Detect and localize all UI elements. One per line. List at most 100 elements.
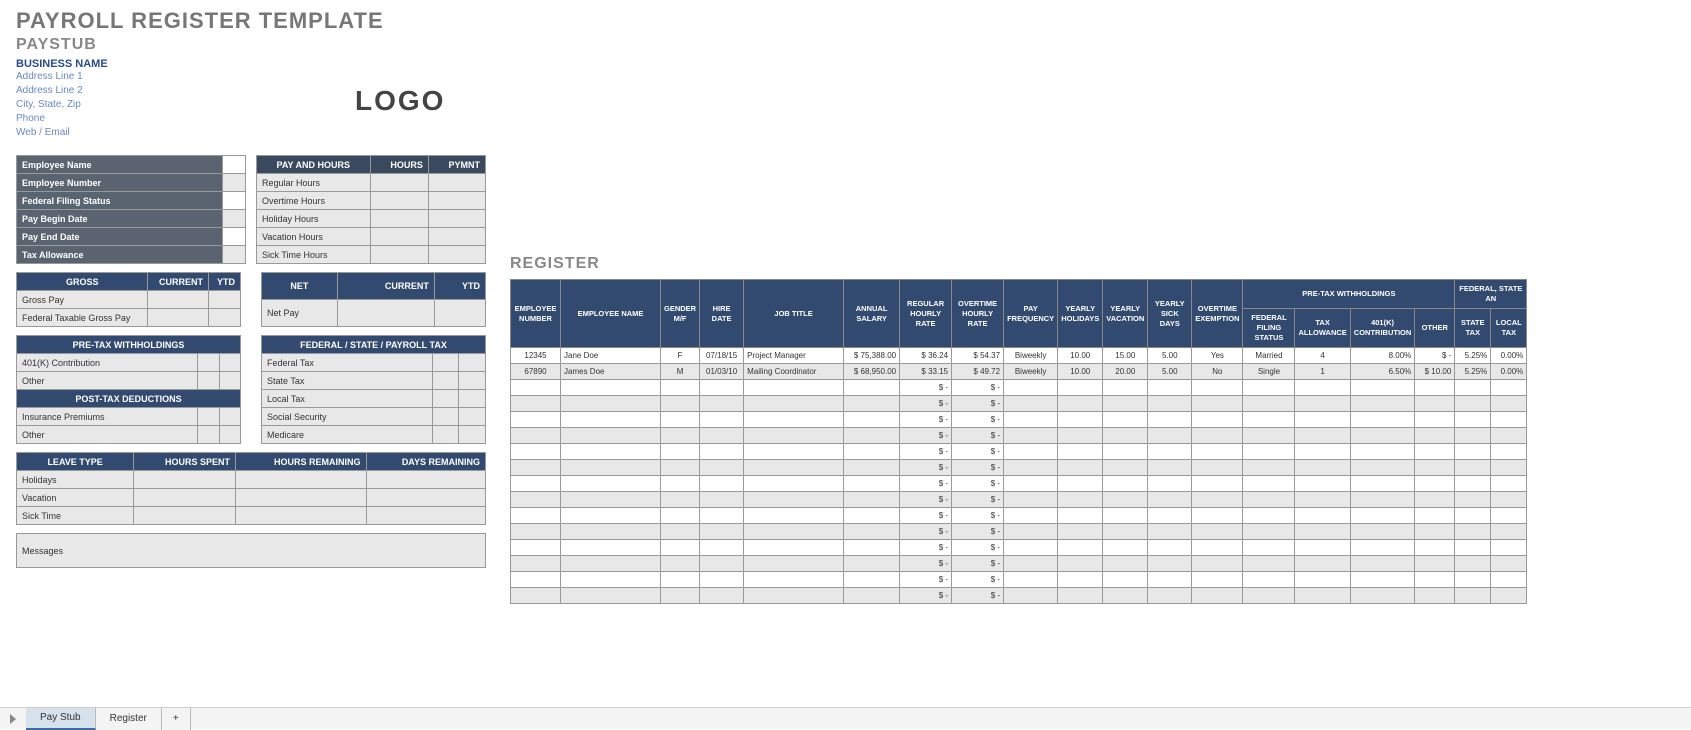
net-ytd-header: YTD: [434, 273, 485, 300]
table-row[interactable]: $ -$ -: [511, 476, 1527, 492]
medicare-cur[interactable]: [432, 426, 459, 444]
holidays-remain-d[interactable]: [366, 471, 485, 489]
ss-cur[interactable]: [432, 408, 459, 426]
table-row[interactable]: $ -$ -: [511, 492, 1527, 508]
table-row[interactable]: $ -$ -: [511, 572, 1527, 588]
table-row[interactable]: $ -$ -: [511, 444, 1527, 460]
filing-status-value[interactable]: [223, 192, 246, 210]
vacation-hours-p[interactable]: [428, 228, 485, 246]
col-gender: GENDER M/F: [661, 280, 700, 348]
table-row[interactable]: 67890James DoeM01/03/10 Mailing Coordina…: [511, 364, 1527, 380]
table-row[interactable]: $ -$ -: [511, 412, 1527, 428]
fed-tax-label: Federal Tax: [262, 354, 433, 372]
table-row[interactable]: $ -$ -: [511, 524, 1527, 540]
holidays-spent[interactable]: [134, 471, 236, 489]
ss-ytd[interactable]: [459, 408, 486, 426]
posttax-other-ytd[interactable]: [219, 426, 240, 444]
pymnt-col-header: PYMNT: [428, 156, 485, 174]
col-holidays: YEARLY HOLIDAYS: [1058, 280, 1103, 348]
local-tax-ytd[interactable]: [459, 390, 486, 408]
gross-pay-ytd[interactable]: [209, 291, 241, 309]
net-pay-cur[interactable]: [337, 300, 434, 327]
table-row[interactable]: 12345Jane DoeF07/18/15 Project Manager$ …: [511, 348, 1527, 364]
regular-hours-h[interactable]: [370, 174, 428, 192]
tab-paystub[interactable]: Pay Stub: [26, 708, 96, 730]
net-table: NETCURRENTYTD Net Pay: [261, 272, 486, 327]
sick-spent[interactable]: [134, 507, 236, 525]
group-pretax: PRE-TAX WITHHOLDINGS: [1243, 280, 1455, 309]
pretax-other-cur[interactable]: [198, 372, 219, 390]
logo-placeholder: LOGO: [355, 85, 445, 117]
col-state-tax: STATE TAX: [1455, 309, 1491, 348]
sick-remain-d[interactable]: [366, 507, 485, 525]
401k-cur[interactable]: [198, 354, 219, 372]
emp-number-value[interactable]: [223, 174, 246, 192]
gross-pay-cur[interactable]: [148, 291, 209, 309]
address-line-2: Address Line 2: [0, 84, 1691, 98]
overtime-hours-p[interactable]: [428, 192, 485, 210]
state-tax-ytd[interactable]: [459, 372, 486, 390]
vacation-hours-h[interactable]: [370, 228, 428, 246]
register-title: REGISTER: [510, 255, 1580, 273]
table-row[interactable]: $ -$ -: [511, 460, 1527, 476]
table-row[interactable]: $ -$ -: [511, 380, 1527, 396]
401k-label: 401(K) Contribution: [17, 354, 198, 372]
col-tax-allow: TAX ALLOWANCE: [1295, 309, 1350, 348]
sheet-nav-icon[interactable]: [0, 708, 26, 730]
pay-end-value[interactable]: [223, 228, 246, 246]
overtime-hours-h[interactable]: [370, 192, 428, 210]
posttax-other-cur[interactable]: [198, 426, 219, 444]
net-pay-ytd[interactable]: [434, 300, 485, 327]
vacation-spent[interactable]: [134, 489, 236, 507]
table-row[interactable]: $ -$ -: [511, 556, 1527, 572]
table-row[interactable]: $ -$ -: [511, 540, 1527, 556]
local-tax-cur[interactable]: [432, 390, 459, 408]
holiday-hours-h[interactable]: [370, 210, 428, 228]
holiday-hours-p[interactable]: [428, 210, 485, 228]
vacation-remain-h[interactable]: [236, 489, 367, 507]
emp-name-value[interactable]: [223, 156, 246, 174]
fed-state-tax-table: FEDERAL / STATE / PAYROLL TAX Federal Ta…: [261, 335, 486, 444]
table-row[interactable]: $ -$ -: [511, 396, 1527, 412]
tab-add[interactable]: +: [162, 708, 191, 730]
medicare-ytd[interactable]: [459, 426, 486, 444]
insurance-cur[interactable]: [198, 408, 219, 426]
401k-ytd[interactable]: [219, 354, 240, 372]
fed-tax-ytd[interactable]: [459, 354, 486, 372]
overtime-hours-label: Overtime Hours: [257, 192, 371, 210]
hours-spent-header: HOURS SPENT: [134, 453, 236, 471]
sick-remain-h[interactable]: [236, 507, 367, 525]
table-row[interactable]: $ -$ -: [511, 588, 1527, 604]
tax-allowance-label: Tax Allowance: [17, 246, 223, 264]
col-fed-status: FEDERAL FILING STATUS: [1243, 309, 1295, 348]
pay-and-hours-table: PAY AND HOURSHOURSPYMNT Regular Hours Ov…: [256, 155, 486, 264]
gross-table: GROSSCURRENTYTD Gross Pay Federal Taxabl…: [16, 272, 241, 327]
page-title: PAYROLL REGISTER TEMPLATE: [0, 0, 1691, 34]
sicktime-hours-h[interactable]: [370, 246, 428, 264]
fed-taxable-cur[interactable]: [148, 309, 209, 327]
pay-hours-header: PAY AND HOURS: [257, 156, 371, 174]
fed-taxable-ytd[interactable]: [209, 309, 241, 327]
messages-box: Messages: [16, 533, 486, 568]
register-panel: REGISTER EMPLOYEE NUMBER EMPLOYEE NAME G…: [510, 255, 1580, 604]
business-name: BUSINESS NAME: [0, 54, 1691, 70]
col-reg-rate: REGULAR HOURLY RATE: [900, 280, 952, 348]
state-tax-cur[interactable]: [432, 372, 459, 390]
insurance-ytd[interactable]: [219, 408, 240, 426]
tab-register[interactable]: Register: [96, 708, 162, 730]
pretax-other-ytd[interactable]: [219, 372, 240, 390]
holidays-remain-h[interactable]: [236, 471, 367, 489]
fed-tax-cur[interactable]: [432, 354, 459, 372]
pay-end-label: Pay End Date: [17, 228, 223, 246]
vacation-remain-d[interactable]: [366, 489, 485, 507]
table-row[interactable]: $ -$ -: [511, 428, 1527, 444]
col-other: OTHER: [1415, 309, 1455, 348]
col-emp-number: EMPLOYEE NUMBER: [511, 280, 561, 348]
sicktime-hours-p[interactable]: [428, 246, 485, 264]
tax-allowance-value[interactable]: [223, 246, 246, 264]
messages-label[interactable]: Messages: [17, 534, 486, 568]
pay-begin-value[interactable]: [223, 210, 246, 228]
net-pay-label: Net Pay: [262, 300, 338, 327]
regular-hours-p[interactable]: [428, 174, 485, 192]
table-row[interactable]: $ -$ -: [511, 508, 1527, 524]
